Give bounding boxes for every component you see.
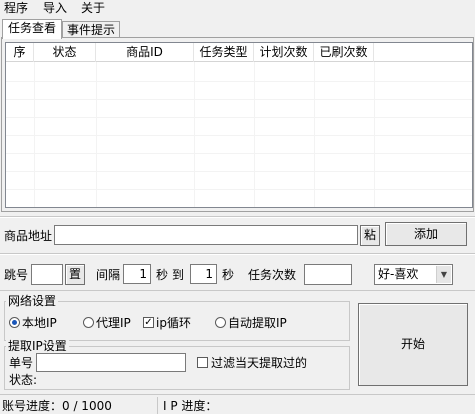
paste-button[interactable]: 粘 xyxy=(360,225,380,246)
col-header-status[interactable]: 状态 xyxy=(34,43,96,62)
table-header: 序 状态 商品ID 任务类型 计划次数 已刷次数 xyxy=(6,43,472,62)
product-url-input[interactable] xyxy=(54,225,358,245)
grid-line xyxy=(6,117,472,118)
chevron-down-icon[interactable]: ▼ xyxy=(436,266,451,283)
auto-fetch-ip-radio[interactable] xyxy=(215,317,226,328)
menu-about[interactable]: 关于 xyxy=(81,1,105,15)
divider xyxy=(0,394,475,395)
task-type-value: 好-喜欢 xyxy=(378,267,419,281)
grid-line xyxy=(6,189,472,190)
jump-label: 跳号 xyxy=(4,268,29,282)
col-header-done-count[interactable]: 已刷次数 xyxy=(314,43,374,62)
network-settings-title: 网络设置 xyxy=(6,294,59,308)
col-header-task-type[interactable]: 任务类型 xyxy=(194,43,254,62)
grid-line xyxy=(6,153,472,154)
fetch-ip-settings-title: 提取IP设置 xyxy=(6,339,69,353)
col-header-planned-count[interactable]: 计划次数 xyxy=(254,43,314,62)
menu-program[interactable]: 程序 xyxy=(4,1,28,15)
ip-loop-checkbox[interactable]: ✓ xyxy=(143,317,154,328)
start-button[interactable]: 开始 xyxy=(358,303,468,386)
auto-fetch-ip-label[interactable]: 自动提取IP xyxy=(228,316,287,330)
grid-line xyxy=(6,171,472,172)
order-number-label: 单号 xyxy=(9,356,34,370)
order-number-input[interactable] xyxy=(36,353,186,372)
interval-to-input[interactable]: 1 xyxy=(190,264,217,284)
divider xyxy=(0,254,475,255)
proxy-ip-radio[interactable] xyxy=(83,317,94,328)
divider xyxy=(0,290,475,291)
divider xyxy=(0,217,475,218)
col-header-index[interactable]: 序 xyxy=(6,43,34,62)
fetch-status-label: 状态: xyxy=(9,373,38,387)
task-table[interactable]: 序 状态 商品ID 任务类型 计划次数 已刷次数 xyxy=(5,42,473,208)
interval-label: 间隔 xyxy=(96,268,121,282)
task-count-input[interactable] xyxy=(304,264,352,285)
jump-input[interactable] xyxy=(31,264,63,285)
sec-label: 秒 xyxy=(156,268,169,282)
ip-loop-label[interactable]: ip循环 xyxy=(156,316,191,330)
task-count-label: 任务次数 xyxy=(248,268,297,282)
tab-task-view[interactable]: 任务查看 xyxy=(2,19,62,39)
grid-line xyxy=(6,99,472,100)
add-button[interactable]: 添加 xyxy=(385,222,467,246)
grid-line xyxy=(6,81,472,82)
set-button[interactable]: 置 xyxy=(65,264,85,285)
filter-today-checkbox[interactable] xyxy=(197,357,208,368)
account-progress: 账号进度：0 / 1000 xyxy=(2,399,112,413)
to-label: 到 xyxy=(172,268,185,282)
sec-label-2: 秒 xyxy=(222,268,235,282)
local-ip-radio[interactable] xyxy=(9,317,20,328)
menu-import[interactable]: 导入 xyxy=(43,1,67,15)
statusbar-divider xyxy=(157,397,158,414)
proxy-ip-label[interactable]: 代理IP xyxy=(96,316,131,330)
filter-today-label[interactable]: 过滤当天提取过的 xyxy=(211,356,307,370)
tab-pane: 序 状态 商品ID 任务类型 计划次数 已刷次数 xyxy=(1,37,474,212)
local-ip-label[interactable]: 本地IP xyxy=(22,316,57,330)
interval-from-input[interactable]: 1 xyxy=(123,264,151,284)
grid-line xyxy=(6,135,472,136)
task-type-select[interactable]: 好-喜欢 ▼ xyxy=(374,264,453,285)
product-url-label: 商品地址 xyxy=(4,229,53,243)
col-header-product-id[interactable]: 商品ID xyxy=(96,43,194,62)
menu-bar: 程序 导入 关于 xyxy=(0,0,475,18)
ip-progress: I P 进度： xyxy=(163,399,218,413)
